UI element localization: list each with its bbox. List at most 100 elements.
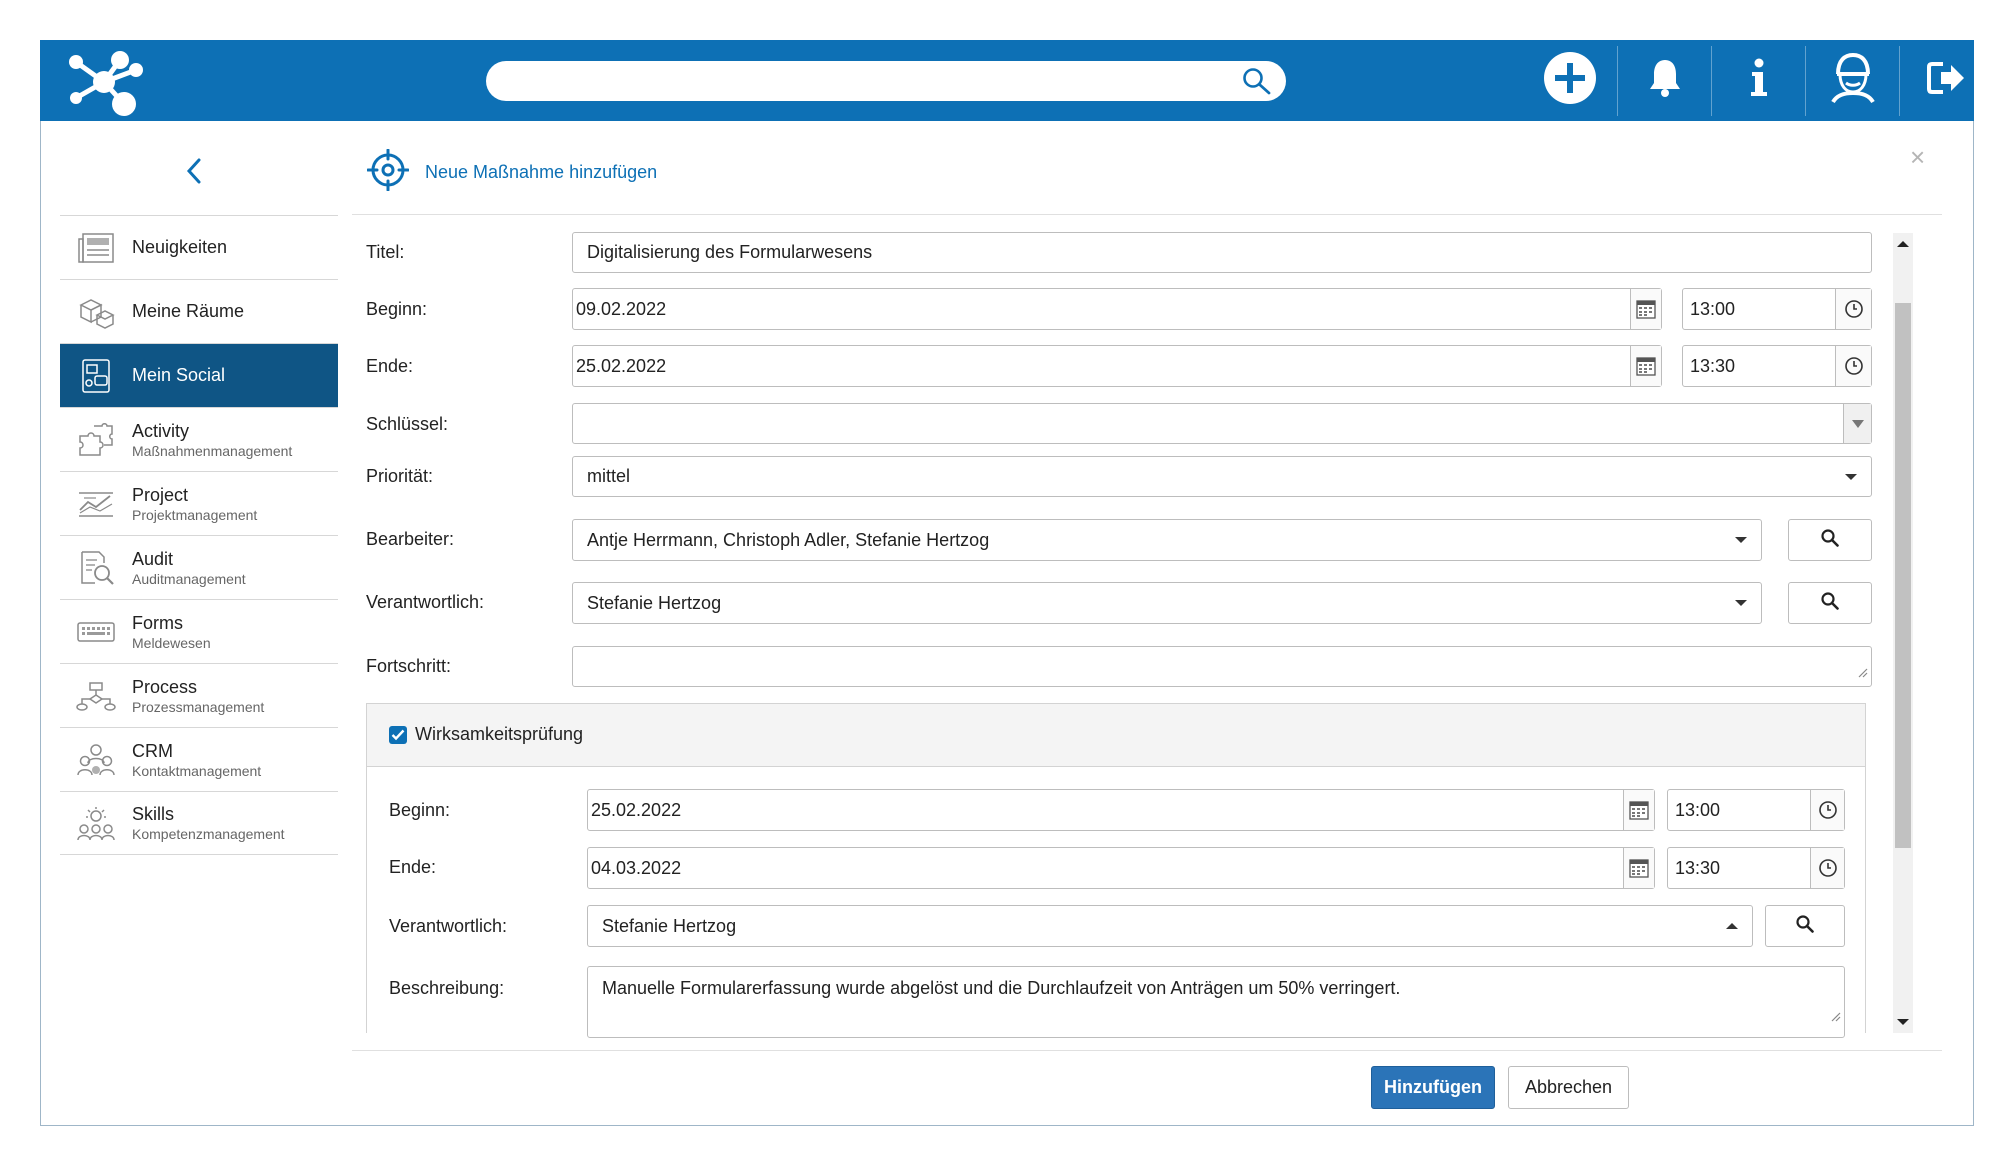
wirksamkeit-panel: Wirksamkeitsprüfung Beginn: 25.02.2022 1… xyxy=(366,703,1866,1038)
clock-icon[interactable] xyxy=(1835,346,1871,386)
cancel-button[interactable]: Abbrechen xyxy=(1508,1066,1629,1109)
chart-icon xyxy=(60,488,132,520)
bearbeiter-select[interactable]: Antje Herrmann, Christoph Adler, Stefani… xyxy=(572,519,1762,561)
sidebar-item-sublabel: Prozessmanagement xyxy=(132,698,265,715)
top-bar xyxy=(40,40,1974,121)
sidebar-item-audit[interactable]: Audit Auditmanagement xyxy=(60,535,338,599)
social-icon xyxy=(60,357,132,395)
wp-verantwortlich-select[interactable]: Stefanie Hertzog xyxy=(587,905,1753,947)
wp-beschreibung-label: Beschreibung: xyxy=(389,978,505,998)
ende-time-value: 13:30 xyxy=(1690,355,1736,376)
beginn-date-value: 09.02.2022 xyxy=(576,298,667,319)
calendar-icon[interactable] xyxy=(1623,790,1654,830)
beginn-date-input[interactable]: 09.02.2022 xyxy=(572,288,1662,330)
add-button[interactable] xyxy=(1523,40,1616,121)
sidebar-item-process[interactable]: Process Prozessmanagement xyxy=(60,663,338,727)
chevron-down-icon xyxy=(1735,600,1747,606)
titel-label: Titel: xyxy=(366,242,405,262)
chevron-down-icon[interactable] xyxy=(1843,404,1871,443)
sidebar-item-label: Meine Räume xyxy=(132,301,245,321)
wp-beginn-time-input[interactable]: 13:00 xyxy=(1667,789,1845,831)
wp-ende-time-input[interactable]: 13:30 xyxy=(1667,847,1845,889)
calendar-icon[interactable] xyxy=(1623,848,1654,888)
resize-handle-icon[interactable] xyxy=(1858,662,1868,683)
logout-icon xyxy=(1926,60,1967,101)
ende-label: Ende: xyxy=(366,356,414,376)
rooms-icon xyxy=(60,295,132,329)
calendar-icon[interactable] xyxy=(1630,289,1661,329)
add-submit-button[interactable]: Hinzufügen xyxy=(1371,1066,1495,1109)
wp-beschreibung-textarea[interactable]: Manuelle Formularerfassung wurde abgelös… xyxy=(587,966,1845,1038)
titel-input[interactable]: Digitalisierung des Formularwesens xyxy=(572,232,1872,273)
sidebar-item-sublabel: Projektmanagement xyxy=(132,506,258,523)
sidebar-item-project[interactable]: Project Projektmanagement xyxy=(60,471,338,535)
process-icon xyxy=(60,680,132,712)
add-icon xyxy=(1543,51,1597,110)
calendar-icon[interactable] xyxy=(1630,346,1661,386)
wp-verantwortlich-label: Verantwortlich: xyxy=(389,916,508,936)
chevron-down-icon xyxy=(1845,473,1857,480)
bearbeiter-value: Antje Herrmann, Christoph Adler, Stefani… xyxy=(587,529,990,550)
sidebar-item-label: Project xyxy=(132,484,189,505)
clock-icon[interactable] xyxy=(1835,289,1871,329)
search-icon[interactable] xyxy=(1242,67,1272,100)
clock-icon[interactable] xyxy=(1810,848,1844,888)
prioritaet-select[interactable]: mittel xyxy=(572,456,1872,497)
search-icon xyxy=(1821,528,1839,552)
sidebar-item-forms[interactable]: Forms Meldewesen xyxy=(60,599,338,663)
scroll-down-arrow-icon[interactable] xyxy=(1897,1019,1909,1025)
sidebar-item-meine-raeume[interactable]: Meine Räume xyxy=(60,279,338,343)
info-icon xyxy=(1749,58,1769,103)
sidebar-item-label: Neuigkeiten xyxy=(132,237,228,257)
verantwortlich-search-button[interactable] xyxy=(1788,582,1872,624)
sidebar-item-label: Audit xyxy=(132,548,174,569)
wp-verantwortlich-search-button[interactable] xyxy=(1765,905,1845,947)
beginn-time-input[interactable]: 13:00 xyxy=(1682,288,1872,330)
scroll-up-arrow-icon[interactable] xyxy=(1897,241,1909,247)
verantwortlich-label: Verantwortlich: xyxy=(366,592,485,612)
sidebar-item-sublabel: Kontaktmanagement xyxy=(132,762,262,779)
wp-beginn-date-input[interactable]: 25.02.2022 xyxy=(587,789,1655,831)
profile-button[interactable] xyxy=(1806,40,1899,121)
info-button[interactable] xyxy=(1712,40,1805,121)
skills-icon xyxy=(60,805,132,841)
sidebar-item-crm[interactable]: CRM Kontaktmanagement xyxy=(60,727,338,791)
verantwortlich-value: Stefanie Hertzog xyxy=(587,592,722,613)
sidebar-item-sublabel: Kompetenzmanagement xyxy=(132,826,285,842)
resize-handle-icon[interactable] xyxy=(1831,1006,1841,1027)
user-avatar-icon xyxy=(1829,52,1877,109)
schluessel-select[interactable] xyxy=(572,403,1872,444)
module-nav: Neuigkeiten Meine Räume Mein Social Acti… xyxy=(60,215,338,855)
scroll-thumb[interactable] xyxy=(1895,303,1911,848)
prioritaet-label: Priorität: xyxy=(366,466,434,486)
fortschritt-textarea[interactable] xyxy=(572,646,1872,687)
sidebar-item-sublabel: Maßnahmenmanagement xyxy=(132,442,293,459)
logout-button[interactable] xyxy=(1900,40,1993,121)
logo-icon[interactable] xyxy=(62,46,154,123)
wirksamkeit-checkbox[interactable] xyxy=(389,726,407,744)
verantwortlich-select[interactable]: Stefanie Hertzog xyxy=(572,582,1762,624)
form-scrollbar[interactable] xyxy=(1893,233,1913,1033)
crosshair-icon xyxy=(366,148,410,196)
ende-time-input[interactable]: 13:30 xyxy=(1682,345,1872,387)
sidebar-item-neuigkeiten[interactable]: Neuigkeiten xyxy=(60,215,338,279)
audit-icon xyxy=(60,549,132,587)
search-input[interactable] xyxy=(486,61,1286,101)
bearbeiter-search-button[interactable] xyxy=(1788,519,1872,561)
ende-date-input[interactable]: 25.02.2022 xyxy=(572,345,1662,387)
sidebar-item-skills[interactable]: Skills Kompetenzmanagement xyxy=(60,791,338,855)
clock-icon[interactable] xyxy=(1810,790,1844,830)
wp-ende-time-value: 13:30 xyxy=(1675,857,1721,878)
close-icon[interactable]: × xyxy=(1910,142,1925,173)
wp-beginn-time-value: 13:00 xyxy=(1675,799,1721,820)
chevron-up-icon xyxy=(1726,923,1738,929)
sidebar-item-mein-social[interactable]: Mein Social xyxy=(60,343,338,407)
wirksamkeit-checkbox-label[interactable]: Wirksamkeitsprüfung xyxy=(415,724,583,745)
wp-ende-date-input[interactable]: 04.03.2022 xyxy=(587,847,1655,889)
notifications-button[interactable] xyxy=(1618,40,1711,121)
back-chevron-icon[interactable] xyxy=(184,157,204,190)
wp-beschreibung-value: Manuelle Formularerfassung wurde abgelös… xyxy=(602,978,1401,998)
divider xyxy=(352,1050,1942,1051)
sidebar-item-activity[interactable]: Activity Maßnahmenmanagement xyxy=(60,407,338,471)
wp-beginn-label: Beginn: xyxy=(389,800,451,820)
